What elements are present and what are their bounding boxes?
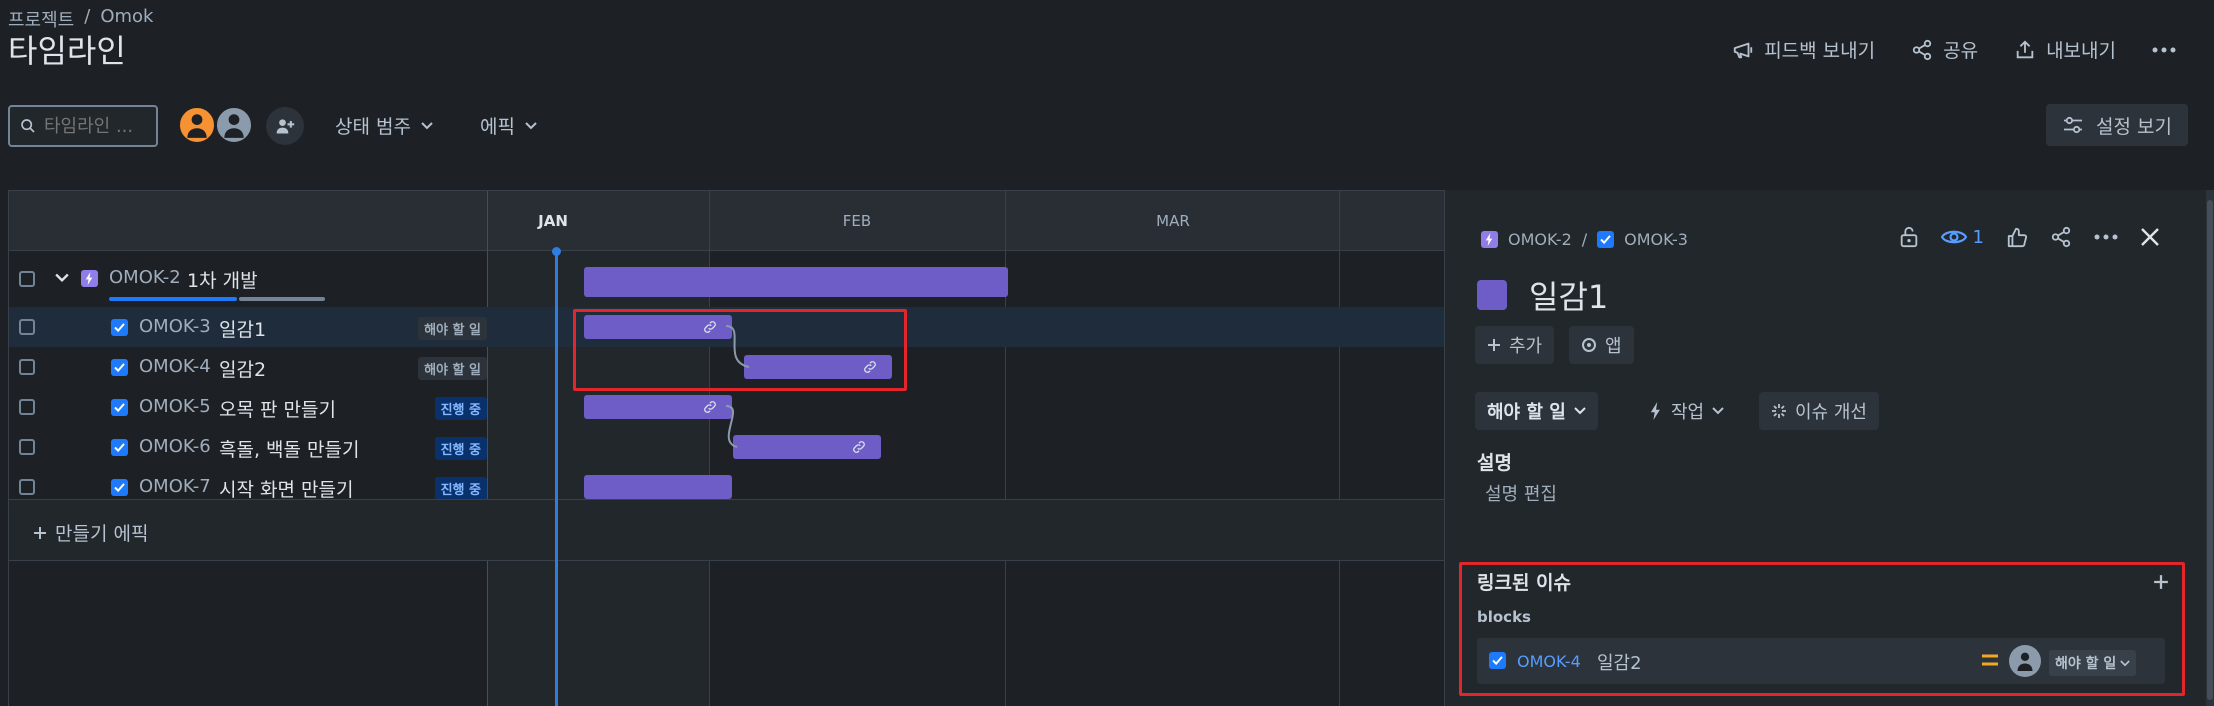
issue-color-icon [1477, 280, 1507, 310]
create-epic-button[interactable]: 만들기 에픽 [33, 519, 148, 546]
share-icon [1911, 39, 1933, 61]
breadcrumb-separator: / [1581, 230, 1588, 249]
scrollbar-thumb[interactable] [2207, 200, 2213, 700]
description-editor[interactable]: 설명 편집 [1485, 480, 1557, 506]
panel-actions: 1 [1899, 226, 2160, 248]
feedback-button[interactable]: 피드백 보내기 [1732, 36, 1875, 63]
timeline-search[interactable] [8, 105, 158, 147]
task-icon [1489, 652, 1506, 669]
status-dropdown[interactable]: 해야 할 일 [1475, 392, 1598, 430]
watch-button[interactable]: 1 [1940, 226, 1984, 248]
chevron-down-icon [1574, 407, 1586, 415]
link-type-label: blocks [1477, 608, 1531, 626]
epic-filter[interactable]: 에픽 [480, 112, 537, 139]
person-icon [221, 111, 247, 139]
description-label: 설명 [1477, 452, 1512, 474]
sparkle-icon [1771, 403, 1787, 419]
avatar-user-2[interactable] [214, 105, 254, 145]
export-button[interactable]: 내보내기 [2014, 36, 2116, 63]
lightning-icon [1649, 402, 1663, 420]
linked-issue-status-dropdown[interactable]: 해야 할 일 [2049, 650, 2137, 676]
chevron-down-icon [2120, 659, 2131, 667]
apps-icon [1581, 337, 1597, 353]
linked-issue-summary[interactable]: 일감2 [1597, 649, 1642, 675]
current-issue-link[interactable]: OMOK-3 [1624, 230, 1688, 249]
share-button[interactable]: 공유 [1911, 36, 1978, 63]
today-marker [555, 251, 558, 706]
linked-issue-key[interactable]: OMOK-4 [1517, 652, 1581, 671]
task-icon [1597, 231, 1615, 248]
header-actions: 피드백 보내기 공유 내보내기 [1732, 36, 2176, 63]
issue-detail-panel: OMOK-2 / OMOK-3 1 일감1 추가 앱 해야 할 일 작업 이슈 … [1444, 190, 2206, 706]
actions-dropdown[interactable]: 작업 [1637, 392, 1736, 430]
priority-medium-icon [1981, 654, 1999, 666]
avatar-user-1[interactable] [177, 105, 217, 145]
panel-breadcrumb: OMOK-2 / OMOK-3 [1481, 230, 1688, 249]
page-title: 타임라인 [8, 32, 126, 70]
status-category-filter[interactable]: 상태 범주 [335, 112, 433, 139]
chevron-down-icon [1712, 407, 1724, 415]
chevron-down-icon [525, 121, 537, 130]
add-link-icon[interactable] [2153, 574, 2169, 590]
view-settings-button[interactable]: 설정 보기 [2046, 104, 2188, 146]
add-people-button[interactable] [266, 107, 304, 145]
parent-issue-link[interactable]: OMOK-2 [1508, 230, 1572, 249]
settings-sliders-icon [2062, 116, 2084, 134]
issue-title[interactable]: 일감1 [1529, 272, 1608, 318]
share-icon[interactable] [2050, 226, 2072, 248]
close-icon[interactable] [2140, 227, 2160, 247]
lock-icon[interactable] [1899, 226, 1919, 248]
chevron-down-icon [421, 121, 433, 130]
linked-issues-label: 링크된 이슈 [1477, 572, 1572, 594]
plus-icon [1487, 338, 1501, 352]
month-mar: MAR [1156, 212, 1190, 230]
epic-icon [1481, 231, 1498, 248]
timeline-grid: JAN FEB MAR OMOK-2 1차 개발 OMOK-3 일감1 해야 할… [8, 190, 1447, 706]
person-icon [184, 111, 210, 139]
plus-icon [33, 526, 47, 540]
search-icon [20, 118, 36, 134]
assignee-avatar[interactable] [2009, 645, 2041, 677]
improve-issue-button[interactable]: 이슈 개선 [1759, 392, 1879, 430]
export-icon [2014, 39, 2036, 61]
eye-icon [1940, 228, 1967, 246]
linked-issue-row[interactable]: OMOK-4 일감2 해야 할 일 [1477, 638, 2165, 684]
megaphone-icon [1732, 39, 1754, 61]
thumbs-up-icon[interactable] [2006, 226, 2028, 248]
more-actions-button[interactable] [2152, 46, 2176, 54]
create-epic-row [9, 499, 1447, 561]
apps-button[interactable]: 앱 [1569, 326, 1634, 364]
highlight-box [573, 309, 907, 391]
search-input[interactable] [44, 115, 154, 137]
more-icon [2152, 46, 2176, 54]
watch-count: 1 [1972, 226, 1984, 248]
add-button[interactable]: 추가 [1475, 326, 1555, 364]
more-icon[interactable] [2094, 233, 2118, 241]
person-icon [2015, 650, 2035, 672]
today-marker-dot [552, 247, 561, 256]
add-person-icon [275, 116, 295, 136]
